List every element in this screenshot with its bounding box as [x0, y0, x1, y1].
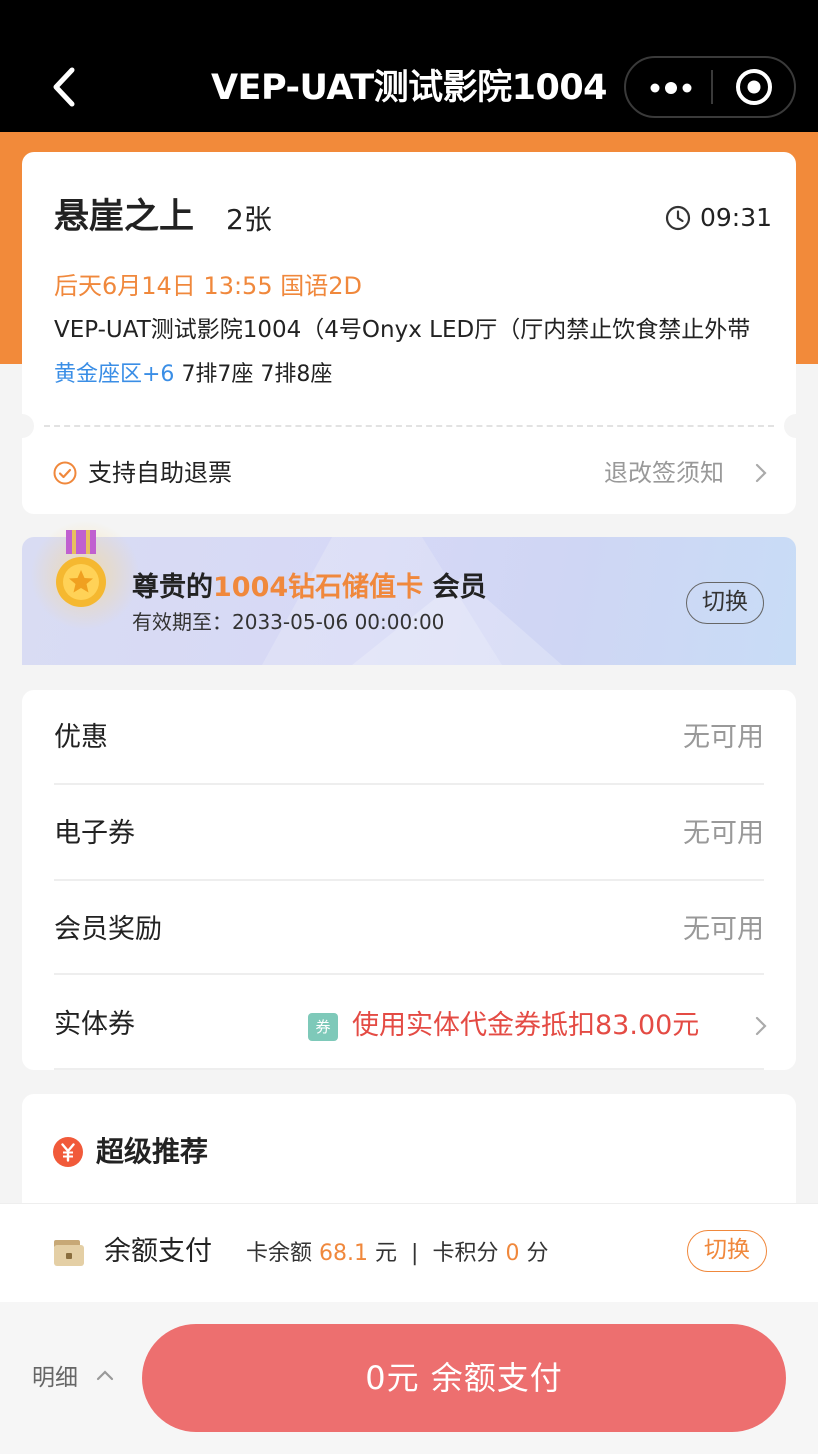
- points-value: 0: [505, 1241, 520, 1266]
- pay-button[interactable]: 0元 余额支付: [142, 1324, 786, 1432]
- discount-row-label: 优惠: [54, 722, 108, 753]
- member-suffix: 会员: [432, 572, 487, 603]
- discount-row-value[interactable]: 无可用: [683, 718, 764, 758]
- row-divider: [54, 783, 764, 785]
- refund-rules-link[interactable]: 退改签须知: [604, 456, 724, 490]
- row-divider: [54, 973, 764, 975]
- gold-medal-icon: [56, 530, 106, 607]
- yen-coin-icon: [53, 1137, 83, 1167]
- ticket-count: 2张: [226, 203, 272, 236]
- chevron-right-icon[interactable]: [752, 1012, 770, 1040]
- card-balance-info: 卡余额 68.1 元 | 卡积分 0 分: [246, 1236, 548, 1272]
- back-arrow-icon[interactable]: [46, 62, 86, 112]
- detail-toggle[interactable]: 明细: [32, 1360, 78, 1396]
- chevron-up-icon[interactable]: [94, 1366, 116, 1384]
- seat-list: 7排7座 7排8座: [181, 362, 333, 387]
- member-title: 尊贵的1004钻石储值卡 会员: [132, 568, 487, 608]
- payment-countdown: 09:31: [700, 203, 773, 232]
- close-target-icon[interactable]: [733, 66, 775, 108]
- separator: |: [411, 1241, 419, 1266]
- self-refund-label: 支持自助退票: [88, 459, 232, 487]
- switch-card-button[interactable]: 切换: [686, 582, 764, 624]
- switch-payment-button[interactable]: 切换: [687, 1230, 767, 1272]
- e-coupon-row-label: 电子券: [54, 818, 135, 849]
- check-circle-icon: [53, 461, 77, 485]
- payment-method-label: 余额支付: [104, 1236, 212, 1267]
- ticket-divider: [44, 425, 774, 427]
- cinema-hall: VEP-UAT测试影院1004（4号Onyx LED厅（厅内禁止饮食禁止外带: [54, 317, 751, 343]
- member-prefix: 尊贵的: [132, 572, 213, 603]
- e-coupon-row-value[interactable]: 无可用: [683, 814, 764, 854]
- member-expiry: 有效期至：2033-05-06 00:00:00: [132, 610, 445, 634]
- row-divider: [54, 1068, 764, 1070]
- recommend-title: 超级推荐: [96, 1135, 209, 1168]
- coupon-badge-icon: 券: [308, 1013, 338, 1041]
- balance-label: 卡余额: [246, 1241, 313, 1266]
- movie-title: 悬崖之上: [54, 197, 195, 237]
- balance-unit: 元: [375, 1241, 398, 1266]
- capsule-divider: [711, 70, 713, 104]
- show-time: 后天6月14日 13:55 国语2D: [54, 272, 362, 300]
- points-unit: 分: [526, 1241, 549, 1266]
- more-dots-icon[interactable]: [648, 74, 694, 102]
- member-reward-row-value[interactable]: 无可用: [683, 910, 764, 950]
- row-divider: [54, 879, 764, 881]
- chevron-right-icon[interactable]: [752, 460, 770, 486]
- physical-coupon-value[interactable]: 使用实体代金券抵扣83.00元: [352, 1006, 699, 1046]
- points-label: 卡积分: [432, 1241, 499, 1266]
- wallet-icon: [54, 1240, 84, 1266]
- seat-zone: 黄金座区+6: [54, 362, 175, 387]
- balance-value: 68.1: [319, 1241, 368, 1266]
- clock-icon: [665, 205, 691, 231]
- ticket-notch-left: [10, 414, 34, 438]
- ticket-notch-right: [784, 414, 808, 438]
- seat-info: 黄金座区+6 7排7座 7排8座: [54, 358, 332, 392]
- physical-coupon-row-label: 实体券: [54, 1009, 135, 1040]
- member-card-name: 1004钻石储值卡: [213, 572, 424, 603]
- member-reward-row-label: 会员奖励: [54, 914, 162, 945]
- page-title: VEP-UAT测试影院1004: [210, 68, 608, 108]
